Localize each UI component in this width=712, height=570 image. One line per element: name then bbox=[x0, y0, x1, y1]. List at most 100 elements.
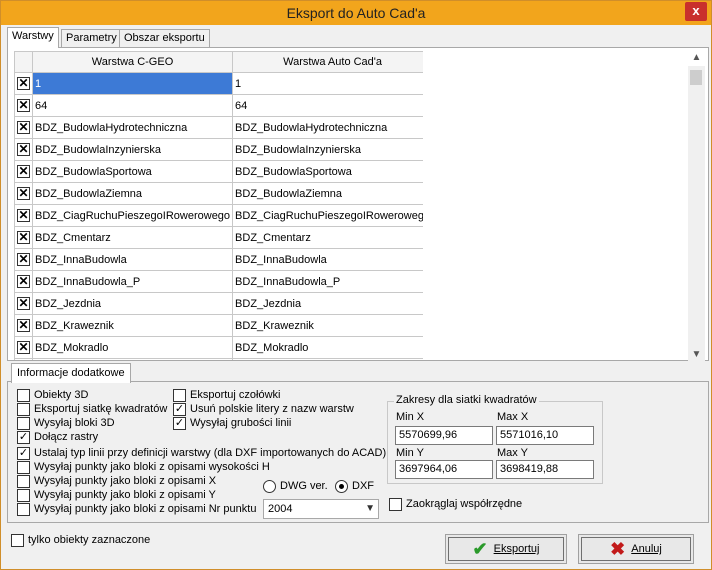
cgeo-layer-cell[interactable]: BDZ_CiagRuchuPieszegoIRowerowego bbox=[31, 204, 234, 227]
cgeo-layer-cell[interactable]: BDZ_BudowlaZiemna bbox=[31, 182, 234, 205]
cancel-button[interactable]: ✖ Anuluj bbox=[578, 534, 694, 564]
export-button-face[interactable]: ✔ Eksportuj bbox=[448, 537, 564, 561]
checkbox-box[interactable] bbox=[17, 461, 30, 474]
row-checkbox-cell[interactable]: ✕ bbox=[14, 336, 33, 359]
checkbox-box[interactable]: ✓ bbox=[173, 417, 186, 430]
row-checkbox-cell[interactable]: ✕ bbox=[14, 314, 33, 337]
row-checkbox[interactable]: ✕ bbox=[17, 275, 30, 288]
checkbox-box[interactable]: ✓ bbox=[17, 447, 30, 460]
row-checkbox-cell[interactable]: ✕ bbox=[14, 270, 33, 293]
tab-parametry[interactable]: Parametry bbox=[61, 29, 122, 47]
scrollbar-thumb[interactable] bbox=[690, 70, 702, 85]
acad-layer-cell[interactable]: BDZ_Kraweznik bbox=[232, 314, 423, 337]
acad-layer-cell[interactable]: BDZ_BudowlaZiemna bbox=[232, 182, 423, 205]
row-checkbox[interactable]: ✕ bbox=[17, 77, 30, 90]
table-row[interactable]: ✕ BDZ_InnaBudowla_P BDZ_InnaBudowla_P bbox=[14, 270, 423, 293]
row-checkbox[interactable]: ✕ bbox=[17, 143, 30, 156]
table-row[interactable]: ✕ BDZ_Jezdnia BDZ_Jezdnia bbox=[14, 292, 423, 315]
checkbox-box[interactable] bbox=[17, 417, 30, 430]
checkbox-box[interactable] bbox=[17, 489, 30, 502]
export-button[interactable]: ✔ Eksportuj bbox=[445, 534, 567, 564]
table-row[interactable]: ✕ BDZ_CiagRuchuPieszegoIRowerowego BDZ_Cia… bbox=[14, 204, 423, 227]
row-checkbox-cell[interactable]: ✕ bbox=[14, 160, 33, 183]
row-checkbox-cell[interactable]: ✕ bbox=[14, 116, 33, 139]
scroll-up-icon[interactable]: ▲ bbox=[688, 52, 705, 63]
row-checkbox-cell[interactable]: ✕ bbox=[14, 358, 33, 360]
row-checkbox-cell[interactable]: ✕ bbox=[14, 72, 33, 95]
table-row[interactable]: ✕ BDZ_Mokradlo BDZ_Mokradlo bbox=[14, 336, 423, 359]
tab-obszar-eksportu[interactable]: Obszar eksportu bbox=[119, 29, 210, 47]
row-checkbox[interactable]: ✕ bbox=[17, 121, 30, 134]
max-x-field[interactable]: 5571016,10 bbox=[496, 426, 594, 445]
checkbox-box[interactable] bbox=[17, 503, 30, 516]
grid-scrollbar[interactable]: ▲ ▼ bbox=[688, 52, 705, 362]
table-row[interactable]: ✕ BDZ_Kraweznik BDZ_Kraweznik bbox=[14, 314, 423, 337]
table-row[interactable]: ✕ BDZ_BudowlaSportowa BDZ_BudowlaSportowa bbox=[14, 160, 423, 183]
cgeo-layer-cell[interactable]: BDZ_InnaBudowla_P bbox=[31, 270, 234, 293]
acad-layer-cell[interactable]: BDZ_Mokradlo bbox=[232, 336, 423, 359]
table-row[interactable]: ✕ BDZ_BudowlaZiemna BDZ_BudowlaZiemna bbox=[14, 182, 423, 205]
row-checkbox-cell[interactable]: ✕ bbox=[14, 138, 33, 161]
checkbox-box[interactable] bbox=[389, 498, 402, 511]
table-row[interactable]: ✕ bbox=[14, 358, 423, 360]
close-button[interactable]: x bbox=[685, 2, 707, 21]
cgeo-layer-cell[interactable]: BDZ_Jezdnia bbox=[31, 292, 234, 315]
table-row[interactable]: ✕ BDZ_BudowlaHydrotechniczna BDZ_BudowlaHy… bbox=[14, 116, 423, 139]
radio-dot[interactable] bbox=[263, 480, 276, 493]
row-checkbox-cell[interactable]: ✕ bbox=[14, 226, 33, 249]
cgeo-layer-cell[interactable]: BDZ_BudowlaHydrotechniczna bbox=[31, 116, 234, 139]
radio-dot[interactable] bbox=[335, 480, 348, 493]
acad-layer-cell[interactable]: 1 bbox=[232, 72, 423, 95]
table-row[interactable]: ✕ BDZ_BudowlaInzynierska BDZ_BudowlaInzyni… bbox=[14, 138, 423, 161]
row-checkbox[interactable]: ✕ bbox=[17, 231, 30, 244]
acad-layer-cell[interactable] bbox=[232, 358, 423, 360]
row-checkbox[interactable]: ✕ bbox=[17, 253, 30, 266]
cgeo-layer-cell[interactable]: BDZ_Mokradlo bbox=[31, 336, 234, 359]
row-checkbox-cell[interactable]: ✕ bbox=[14, 248, 33, 271]
checkbox-box[interactable] bbox=[173, 389, 186, 402]
acad-layer-cell[interactable]: BDZ_CiagRuchuPieszegoIRowerowego bbox=[232, 204, 423, 227]
cgeo-layer-cell[interactable]: 1 bbox=[31, 72, 234, 95]
acad-layer-cell[interactable]: 64 bbox=[232, 94, 423, 117]
checkbox-box[interactable] bbox=[17, 389, 30, 402]
acad-layer-cell[interactable]: BDZ_InnaBudowla bbox=[232, 248, 423, 271]
row-checkbox[interactable]: ✕ bbox=[17, 297, 30, 310]
cgeo-layer-cell[interactable] bbox=[31, 358, 234, 360]
acad-layer-cell[interactable]: BDZ_Jezdnia bbox=[232, 292, 423, 315]
cancel-button-face[interactable]: ✖ Anuluj bbox=[581, 537, 691, 561]
scroll-down-icon[interactable]: ▼ bbox=[688, 349, 705, 360]
table-row[interactable]: ✕ BDZ_Cmentarz BDZ_Cmentarz bbox=[14, 226, 423, 249]
checkbox-box[interactable]: ✓ bbox=[173, 403, 186, 416]
table-row[interactable]: ✕ 1 1 bbox=[14, 72, 423, 95]
acad-layer-cell[interactable]: BDZ_BudowlaInzynierska bbox=[232, 138, 423, 161]
acad-layer-cell[interactable]: BDZ_InnaBudowla_P bbox=[232, 270, 423, 293]
cgeo-layer-cell[interactable]: BDZ_InnaBudowla bbox=[31, 248, 234, 271]
min-x-field[interactable]: 5570699,96 bbox=[395, 426, 493, 445]
row-checkbox[interactable]: ✕ bbox=[17, 165, 30, 178]
tab-informacje-dodatkowe[interactable]: Informacje dodatkowe bbox=[11, 363, 131, 383]
min-y-field[interactable]: 3697964,06 bbox=[395, 460, 493, 479]
row-checkbox-cell[interactable]: ✕ bbox=[14, 94, 33, 117]
version-select[interactable]: 2004 ▼ bbox=[263, 499, 379, 519]
tab-warstwy[interactable]: Warstwy bbox=[7, 27, 59, 48]
row-checkbox[interactable]: ✕ bbox=[17, 341, 30, 354]
row-checkbox[interactable]: ✕ bbox=[17, 209, 30, 222]
row-checkbox[interactable]: ✕ bbox=[17, 319, 30, 332]
header-cgeo-layer[interactable]: Warstwa C-GEO bbox=[31, 51, 234, 73]
row-checkbox-cell[interactable]: ✕ bbox=[14, 292, 33, 315]
row-checkbox-cell[interactable]: ✕ bbox=[14, 204, 33, 227]
header-acad-layer[interactable]: Warstwa Auto Cad'a bbox=[232, 51, 423, 73]
row-checkbox-cell[interactable]: ✕ bbox=[14, 182, 33, 205]
checkbox-box[interactable] bbox=[11, 534, 24, 547]
checkbox-box[interactable]: ✓ bbox=[17, 431, 30, 444]
cgeo-layer-cell[interactable]: BDZ_Cmentarz bbox=[31, 226, 234, 249]
row-checkbox[interactable]: ✕ bbox=[17, 187, 30, 200]
cgeo-layer-cell[interactable]: 64 bbox=[31, 94, 234, 117]
table-row[interactable]: ✕ 64 64 bbox=[14, 94, 423, 117]
acad-layer-cell[interactable]: BDZ_BudowlaSportowa bbox=[232, 160, 423, 183]
cgeo-layer-cell[interactable]: BDZ_BudowlaSportowa bbox=[31, 160, 234, 183]
checkbox-box[interactable] bbox=[17, 403, 30, 416]
cgeo-layer-cell[interactable]: BDZ_Kraweznik bbox=[31, 314, 234, 337]
table-row[interactable]: ✕ BDZ_InnaBudowla BDZ_InnaBudowla bbox=[14, 248, 423, 271]
acad-layer-cell[interactable]: BDZ_Cmentarz bbox=[232, 226, 423, 249]
